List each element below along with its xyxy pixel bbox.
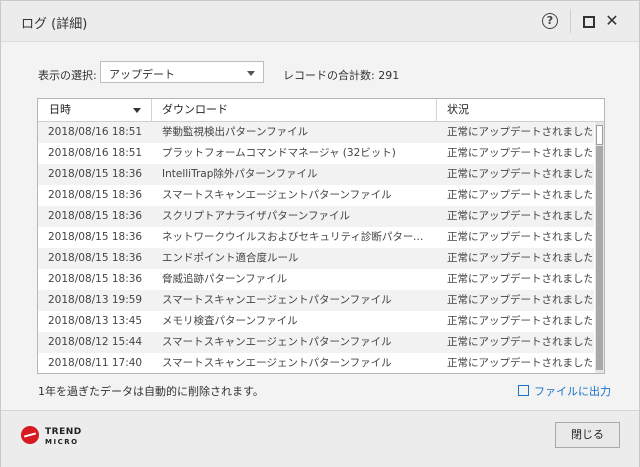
column-header-download[interactable]: ダウンロード (162, 99, 228, 121)
cell-download: スマートスキャンエージェントパターンファイル (162, 189, 392, 201)
dialog-footer: TREND MICRO 閉じる (1, 410, 639, 467)
sort-descending-icon[interactable] (133, 108, 141, 113)
log-type-select[interactable]: アップデート (100, 61, 264, 83)
cell-datetime: 2018/08/15 18:36 (48, 252, 143, 264)
close-window-button[interactable]: ✕ (601, 10, 623, 32)
cell-download: スマートスキャンエージェントパターンファイル (162, 294, 392, 306)
cell-status: 正常にアップデートされました (447, 252, 592, 264)
cell-status: 正常にアップデートされました (447, 189, 592, 201)
table-row[interactable]: 2018/08/16 18:51 プラットフォームコマンドマネージャ (32ビット… (38, 143, 594, 164)
cell-download: プラットフォームコマンドマネージャ (32ビット) (162, 147, 396, 159)
cell-datetime: 2018/08/12 15:44 (48, 336, 143, 348)
table-row[interactable]: 2018/08/11 17:40 スマートスキャンエージェントパターンファイル 正常… (38, 353, 594, 373)
log-detail-window: ログ (詳細) ? ✕ 表示の選択: アップデート レコードの合計数: 291 … (0, 0, 640, 467)
cell-datetime: 2018/08/15 18:36 (48, 210, 143, 222)
table-header: 日時 ダウンロード 状況 (38, 99, 604, 122)
table-row[interactable]: 2018/08/15 18:36 ネットワークウイルスおよびセキュリティ診断パター… (38, 227, 594, 248)
cell-datetime: 2018/08/15 18:36 (48, 231, 143, 243)
table-row[interactable]: 2018/08/16 18:51 挙動監視検出パターンファイル 正常にアップデートさ… (38, 122, 594, 143)
cell-download: IntelliTrap除外パターンファイル (162, 168, 318, 180)
table-row[interactable]: 2018/08/13 13:45 メモリ検査パターンファイル 正常にアップデートされ… (38, 311, 594, 332)
trend-micro-logo: TREND MICRO (21, 424, 91, 450)
table-row[interactable]: 2018/08/15 18:36 脅威追跡パターンファイル 正常にアップデートされま… (38, 269, 594, 290)
table-row[interactable]: 2018/08/12 15:44 スマートスキャンエージェントパターンファイル 正常… (38, 332, 594, 353)
column-divider[interactable] (436, 99, 437, 121)
external-link-icon (518, 385, 529, 396)
cell-datetime: 2018/08/16 18:51 (48, 126, 143, 138)
cell-download: メモリ検査パターンファイル (162, 315, 298, 327)
titlebar-divider (570, 9, 571, 33)
column-divider[interactable] (151, 99, 152, 121)
cell-download: ネットワークウイルスおよびセキュリティ診断パターン... (162, 231, 432, 243)
cell-download: スマートスキャンエージェントパターンファイル (162, 336, 392, 348)
filter-label: 表示の選択: (38, 69, 97, 82)
scrollbar-thumb[interactable] (596, 125, 603, 145)
vertical-scrollbar[interactable] (595, 122, 604, 373)
close-icon: ✕ (605, 11, 619, 30)
cell-datetime: 2018/08/13 19:59 (48, 294, 143, 306)
cell-status: 正常にアップデートされました (447, 147, 592, 159)
cell-download: エンドポイント適合度ルール (162, 252, 299, 264)
column-header-status[interactable]: 状況 (447, 99, 469, 121)
log-table: 日時 ダウンロード 状況 2018/08/16 18:51 挙動監視検出パターンフ… (37, 98, 605, 374)
table-body: 2018/08/16 18:51 挙動監視検出パターンファイル 正常にアップデートさ… (38, 122, 594, 373)
maximize-button[interactable] (577, 10, 599, 32)
cell-datetime: 2018/08/16 18:51 (48, 147, 143, 159)
cell-status: 正常にアップデートされました (447, 126, 592, 138)
cell-status: 正常にアップデートされました (447, 315, 592, 327)
maximize-icon (583, 16, 595, 28)
cell-status: 正常にアップデートされました (447, 357, 592, 369)
cell-status: 正常にアップデートされました (447, 210, 592, 222)
log-type-selected-value: アップデート (109, 68, 175, 81)
column-header-datetime[interactable]: 日時 (49, 99, 71, 121)
table-row[interactable]: 2018/08/15 18:36 スマートスキャンエージェントパターンファイル 正常… (38, 185, 594, 206)
logo-text-line1: TREND (45, 427, 82, 437)
table-row[interactable]: 2018/08/15 18:36 IntelliTrap除外パターンファイル 正常に… (38, 164, 594, 185)
cell-datetime: 2018/08/15 18:36 (48, 189, 143, 201)
help-button[interactable]: ? (539, 10, 561, 32)
logo-text-line2: MICRO (45, 438, 79, 446)
cell-datetime: 2018/08/13 13:45 (48, 315, 143, 327)
cell-datetime: 2018/08/15 18:36 (48, 168, 143, 180)
table-row[interactable]: 2018/08/15 18:36 エンドポイント適合度ルール 正常にアップデートされ… (38, 248, 594, 269)
export-to-file-link[interactable]: ファイルに出力 (518, 383, 611, 399)
logo-ball-icon (21, 426, 39, 444)
cell-status: 正常にアップデートされました (447, 231, 592, 243)
record-count-label: レコードの合計数: (283, 69, 375, 82)
title-bar: ログ (詳細) ? ✕ (1, 1, 639, 42)
help-icon: ? (542, 13, 558, 29)
cell-datetime: 2018/08/11 17:40 (48, 357, 143, 369)
table-row[interactable]: 2018/08/15 18:36 スクリプトアナライザパターンファイル 正常にアップ… (38, 206, 594, 227)
cell-datetime: 2018/08/15 18:36 (48, 273, 143, 285)
cell-status: 正常にアップデートされました (447, 336, 592, 348)
cell-download: スマートスキャンエージェントパターンファイル (162, 357, 392, 369)
cell-status: 正常にアップデートされました (447, 168, 592, 180)
record-count: レコードの合計数: 291 (283, 67, 399, 83)
retention-note: 1年を過ぎたデータは自動的に削除されます。 (38, 385, 264, 398)
cell-status: 正常にアップデートされました (447, 294, 592, 306)
table-row[interactable]: 2018/08/13 19:59 スマートスキャンエージェントパターンファイル 正常… (38, 290, 594, 311)
cell-download: スクリプトアナライザパターンファイル (162, 210, 350, 222)
chevron-down-icon (247, 71, 255, 76)
window-title: ログ (詳細) (21, 17, 88, 32)
cell-status: 正常にアップデートされました (447, 273, 592, 285)
record-count-value: 291 (378, 69, 400, 82)
close-button[interactable]: 閉じる (555, 422, 620, 448)
cell-download: 挙動監視検出パターンファイル (162, 126, 309, 138)
scrollbar-track[interactable] (596, 146, 603, 370)
export-label: ファイルに出力 (534, 385, 611, 398)
cell-download: 脅威追跡パターンファイル (162, 273, 288, 285)
